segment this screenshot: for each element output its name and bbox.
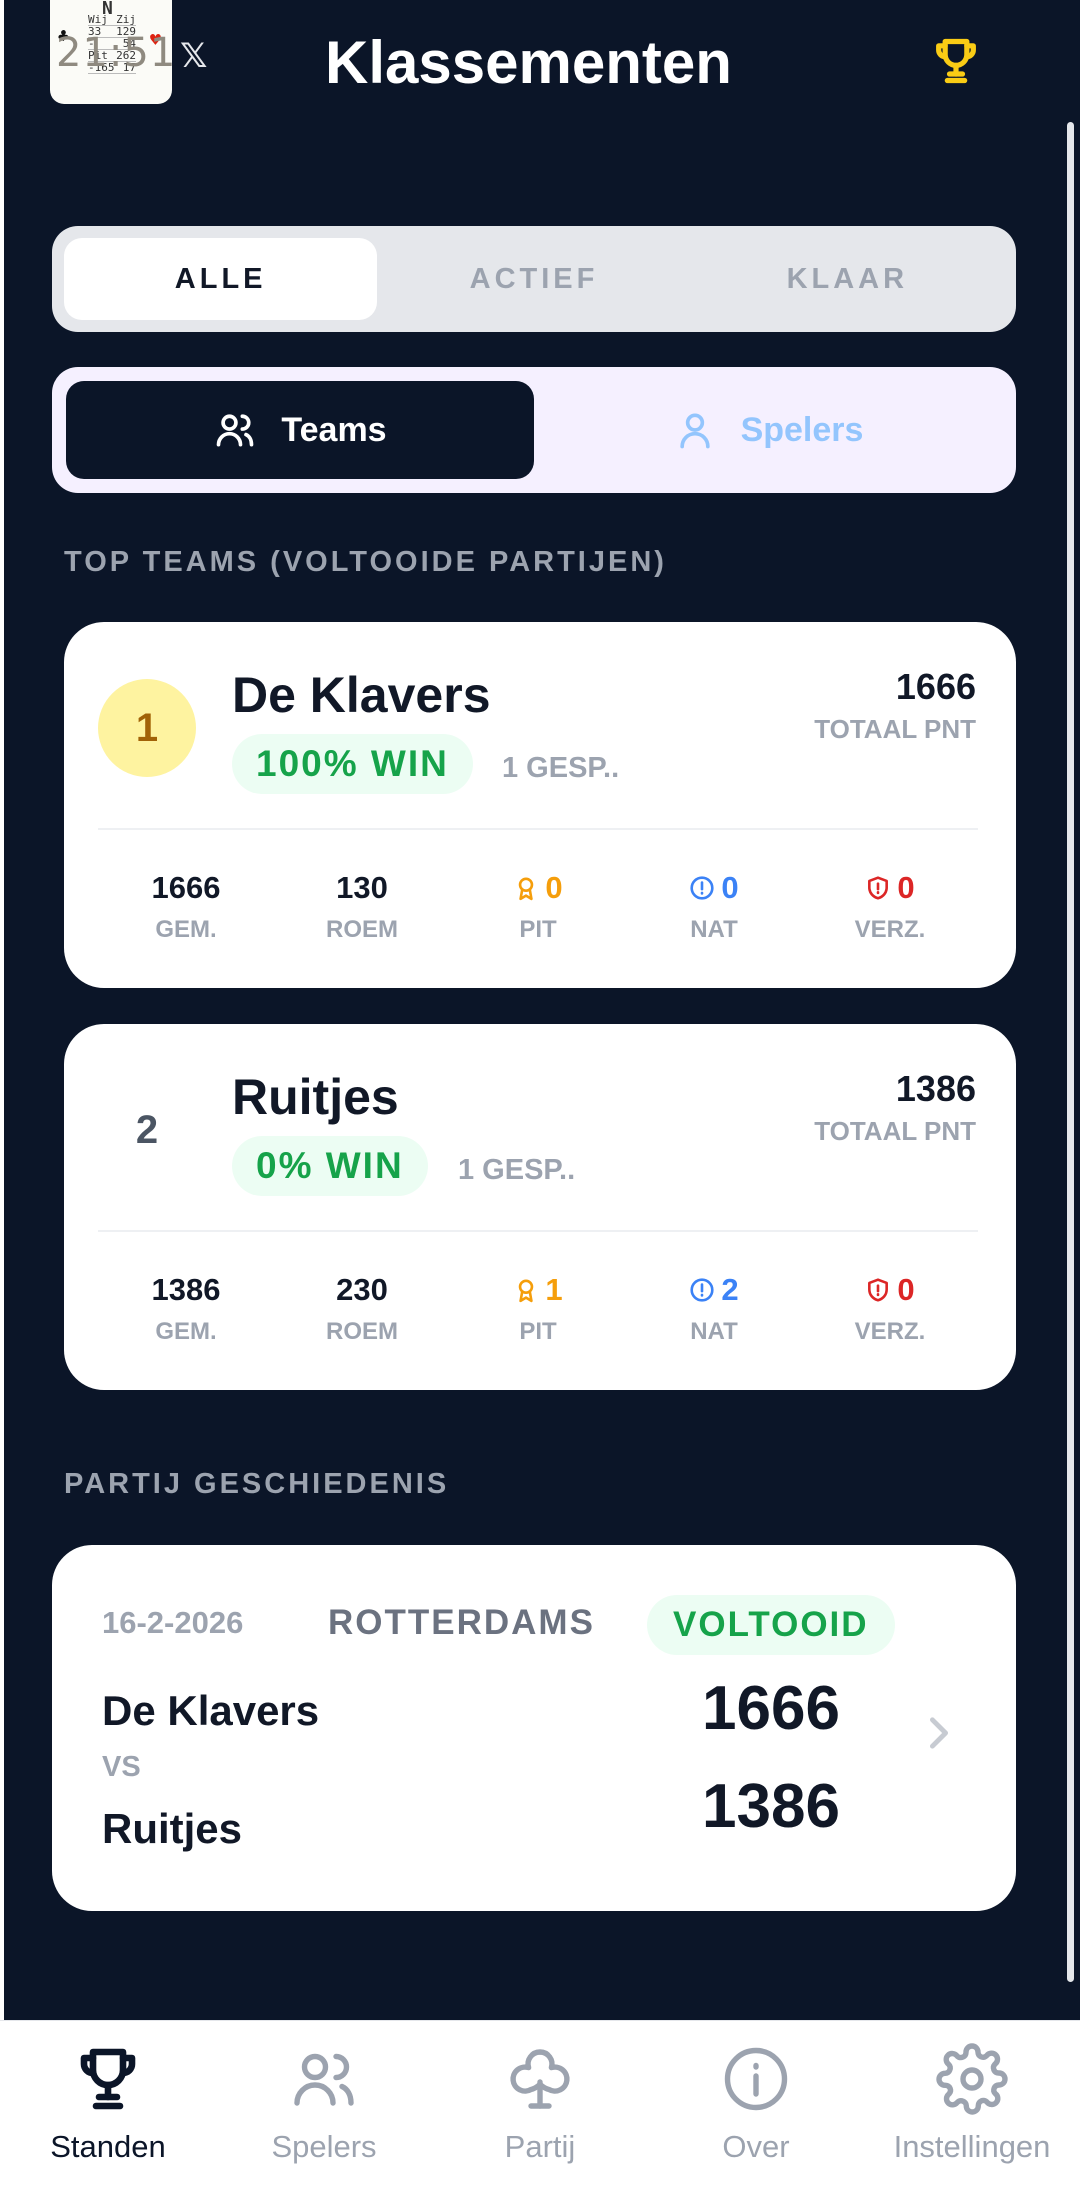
app-header: N ♣ ♥ Wij Zij 33 129 -54 Pit 262 -165 17 21:…: [0, 0, 1080, 130]
nav-standen-label: Standen: [50, 2129, 166, 2164]
game-type: ROTTERDAMS: [328, 1603, 595, 1642]
game-team2-name: Ruitjes: [102, 1805, 243, 1852]
stat-average: 1666 GEM.: [151, 870, 221, 943]
stat-average: 1386 GEM.: [151, 1272, 221, 1345]
status-time: 21:51: [56, 30, 177, 76]
users-icon: [217, 414, 254, 447]
game-status-badge: VOLTOOID: [647, 1595, 895, 1655]
nav-instellingen-label: Instellingen: [893, 2129, 1051, 2164]
gear-icon: [936, 2043, 1008, 2115]
divider: [98, 1230, 978, 1232]
team-name: De Klavers: [232, 667, 491, 723]
nav-partij-label: Partij: [504, 2129, 576, 2164]
trophy-icon: [80, 2048, 136, 2110]
status-left-icons: 𝕏: [180, 36, 207, 76]
nav-spelers-label: Spelers: [271, 2129, 377, 2164]
total-points-value: 1386: [895, 1068, 976, 1109]
team-stats: 1666 GEM. 130 ROEM 0 PIT 0 NAT 0 VERZ.: [98, 870, 978, 944]
games-played: 1 GESP..: [502, 752, 620, 784]
spelers-toggle-button[interactable]: Spelers: [534, 381, 1002, 479]
games-played: 1 GESP..: [458, 1154, 576, 1186]
team-name: Ruitjes: [232, 1069, 399, 1125]
stat-pit: 1 PIT: [450, 1272, 626, 1346]
tab-klaar[interactable]: KLAAR: [691, 238, 1004, 320]
divider: [98, 828, 978, 830]
total-points-label: TOTAAL PNT: [814, 714, 976, 744]
x-icon: 𝕏: [180, 37, 208, 75]
chevron-right-icon[interactable]: [924, 1711, 954, 1755]
stat-nat: 0 NAT: [690, 870, 739, 943]
game-team1-score: 1666: [702, 1674, 840, 1743]
alert-circle-icon: [690, 1278, 714, 1302]
stat-roem: 230 ROEM: [326, 1272, 398, 1345]
team-card[interactable]: 1 De Klavers 100% WIN 1 GESP.. 1666 TOTA…: [64, 622, 1016, 988]
win-percentage-badge: 100% WIN: [232, 734, 473, 794]
stat-verzaakt: 0 VERZ.: [854, 1272, 926, 1345]
teams-toggle-label: Teams: [281, 410, 387, 449]
stat-pit: 0 PIT: [450, 870, 626, 944]
screen-edge: [0, 0, 4, 2020]
users-icon: [294, 2053, 354, 2106]
top-teams-heading: TOP TEAMS (VOLTOOIDE PARTIJEN): [64, 546, 667, 578]
game-date: 16-2-2026: [102, 1605, 244, 1640]
history-heading: PARTIJ GESCHIEDENIS: [64, 1468, 450, 1500]
alert-circle-icon: [690, 876, 714, 900]
club-icon: [510, 2049, 570, 2109]
shield-alert-icon: [868, 1278, 889, 1302]
total-points-label: TOTAAL PNT: [814, 1116, 976, 1146]
view-toggle: Teams Spelers: [52, 367, 1016, 493]
bottom-navigation: Standen Spelers Partij Over Instellingen: [0, 2020, 1080, 2210]
nav-partij[interactable]: Partij: [432, 2021, 648, 2210]
status-filter-tabs: ALLE ACTIEF KLAAR: [52, 226, 1016, 332]
versus-label: VS: [102, 1751, 141, 1783]
info-icon: [724, 2047, 788, 2111]
game-team2-score: 1386: [702, 1772, 840, 1841]
stat-nat: 2 NAT: [690, 1272, 739, 1345]
shield-alert-icon: [868, 876, 889, 900]
game-history-card[interactable]: 16-2-2026 ROTTERDAMS VOLTOOID De Klavers…: [52, 1545, 1016, 1911]
nav-spelers[interactable]: Spelers: [216, 2021, 432, 2210]
tab-alle[interactable]: ALLE: [64, 238, 378, 320]
award-icon: [519, 877, 534, 901]
user-icon: [679, 413, 710, 449]
rank-badge: 1: [98, 679, 196, 777]
scrollbar[interactable]: [1067, 122, 1074, 1982]
rank-badge: 2: [135, 1107, 159, 1152]
nav-instellingen[interactable]: Instellingen: [864, 2021, 1080, 2210]
stat-verzaakt: 0 VERZ.: [854, 870, 926, 943]
award-icon: [519, 1279, 534, 1303]
win-percentage-badge: 0% WIN: [232, 1136, 428, 1196]
nav-over-label: Over: [722, 2129, 790, 2164]
team-stats: 1386 GEM. 230 ROEM 1 PIT 2 NAT 0 VERZ.: [98, 1272, 978, 1346]
nav-standen[interactable]: Standen: [0, 2021, 216, 2210]
total-points-value: 1666: [895, 666, 976, 707]
teams-toggle-button[interactable]: Teams: [66, 381, 534, 479]
spelers-toggle-label: Spelers: [740, 410, 864, 449]
stat-roem: 130 ROEM: [326, 870, 398, 943]
tab-actief[interactable]: ACTIEF: [377, 238, 690, 320]
page-title: Klassementen: [325, 29, 732, 96]
nav-over[interactable]: Over: [648, 2021, 864, 2210]
team-card[interactable]: 2 Ruitjes 0% WIN 1 GESP.. 1386 TOTAAL PN…: [64, 1024, 1016, 1390]
game-team1-name: De Klavers: [102, 1687, 320, 1734]
trophy-icon[interactable]: [930, 32, 982, 90]
